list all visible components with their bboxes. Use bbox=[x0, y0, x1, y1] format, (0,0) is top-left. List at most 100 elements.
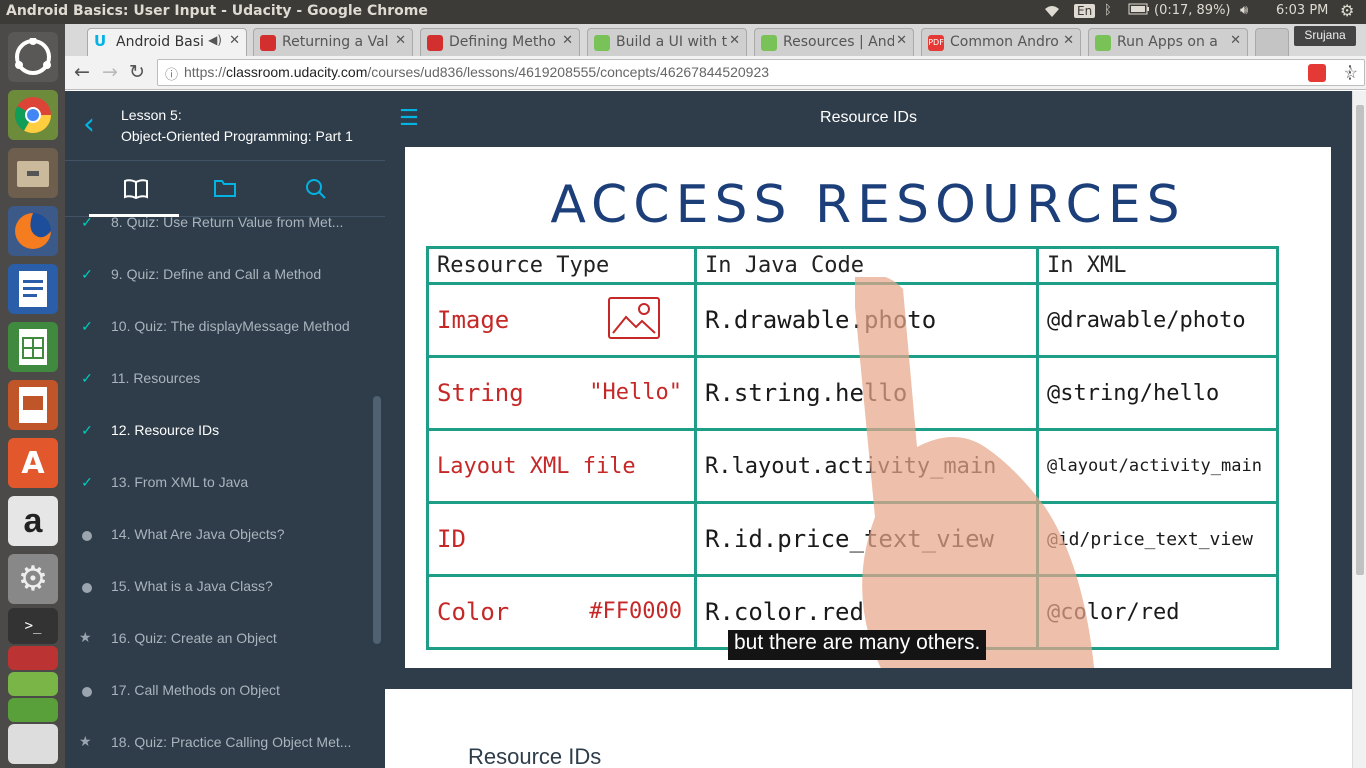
page-scrollbar[interactable] bbox=[1352, 91, 1366, 768]
concept-list: ✓ 8. Quiz: Use Return Value from Met... ✓… bbox=[65, 217, 385, 768]
tab-label: Resources | And bbox=[783, 34, 896, 50]
calc-icon[interactable] bbox=[8, 322, 58, 372]
concept-label: 11. Resources bbox=[111, 370, 201, 386]
volume-icon[interactable]: 🔊︎ bbox=[1240, 3, 1248, 18]
tab-android-basics[interactable]: U Android Basi ◀) ✕ bbox=[87, 28, 247, 56]
video-title: ACCESS RESOURCES bbox=[550, 175, 1186, 235]
tab-build-ui[interactable]: Build a UI with t ✕ bbox=[587, 28, 747, 56]
forward-icon[interactable]: → bbox=[102, 61, 118, 83]
app-icon-stack-3[interactable] bbox=[8, 698, 58, 722]
url-path: /courses/ud836/lessons/4619208555/concep… bbox=[367, 64, 770, 80]
type-label: Color bbox=[437, 598, 510, 626]
app-icon-stack-1[interactable] bbox=[8, 646, 58, 670]
check-icon: ✓ bbox=[81, 217, 93, 230]
gear-icon[interactable]: ⚙ bbox=[1340, 1, 1354, 20]
lesson-number: Lesson 5: bbox=[121, 107, 182, 123]
tab-run-apps[interactable]: Run Apps on a ✕ bbox=[1088, 28, 1248, 56]
back-icon[interactable]: ← bbox=[74, 61, 90, 83]
window-title: Android Basics: User Input - Udacity - G… bbox=[6, 3, 428, 19]
content-below-video: Resource IDs bbox=[385, 689, 1352, 768]
app-icon-stack-4[interactable] bbox=[8, 724, 58, 764]
tab-label: Defining Metho bbox=[449, 34, 556, 50]
profile-button[interactable]: Srujana bbox=[1294, 26, 1356, 46]
concept-label: 13. From XML to Java bbox=[111, 474, 249, 490]
concept-item[interactable]: ✓ 8. Quiz: Use Return Value from Met... bbox=[65, 217, 365, 249]
close-icon[interactable]: ✕ bbox=[894, 33, 907, 48]
tab-common-android[interactable]: PDF Common Andro ✕ bbox=[921, 28, 1081, 56]
system-settings-icon[interactable]: ⚙ bbox=[8, 554, 58, 604]
url-prefix: https:// bbox=[184, 64, 227, 80]
new-tab-button[interactable] bbox=[1255, 28, 1289, 56]
tab-resources[interactable]: Resources | And ✕ bbox=[754, 28, 914, 56]
star-icon: ★ bbox=[79, 629, 92, 645]
page-scrollbar-thumb[interactable] bbox=[1356, 105, 1364, 575]
software-center-icon[interactable]: A bbox=[8, 438, 58, 488]
check-icon: ✓ bbox=[81, 370, 93, 386]
close-icon[interactable]: ✕ bbox=[1228, 33, 1241, 48]
concept-item-current[interactable]: ✓ 12. Resource IDs bbox=[65, 405, 365, 457]
concept-item[interactable]: 15. What is a Java Class? bbox=[65, 561, 365, 613]
reload-icon[interactable]: ↻ bbox=[129, 61, 145, 83]
book-icon[interactable] bbox=[123, 178, 149, 205]
close-icon[interactable]: ✕ bbox=[393, 33, 406, 48]
cell-type: Image bbox=[426, 282, 697, 358]
terminal-icon[interactable]: >_ bbox=[8, 608, 58, 644]
bluetooth-icon[interactable]: ᛒ bbox=[1104, 3, 1112, 18]
android-icon bbox=[1095, 35, 1111, 51]
battery-icon[interactable] bbox=[1128, 3, 1150, 19]
concept-label: 8. Quiz: Use Return Value from Met... bbox=[111, 217, 344, 230]
section-heading: Resource IDs bbox=[468, 744, 602, 768]
top-panel: Android Basics: User Input - Udacity - G… bbox=[0, 0, 1366, 24]
menu-icon[interactable]: ⋮ bbox=[1341, 62, 1359, 83]
lesson-title: Object-Oriented Programming: Part 1 bbox=[121, 128, 353, 144]
concept-label: 15. What is a Java Class? bbox=[111, 578, 273, 594]
amazon-icon[interactable]: a bbox=[8, 496, 58, 546]
search-icon[interactable] bbox=[305, 178, 327, 205]
chevron-left-icon[interactable]: ‹ bbox=[83, 107, 95, 142]
ubuntu-dash-icon[interactable] bbox=[8, 32, 58, 82]
cell-type: String "Hello" bbox=[426, 355, 697, 431]
close-icon[interactable]: ✕ bbox=[1061, 33, 1074, 48]
cell-type: ID bbox=[426, 501, 697, 577]
concept-item[interactable]: ✓ 13. From XML to Java bbox=[65, 457, 365, 509]
sidebar-scrollbar[interactable] bbox=[373, 396, 381, 644]
info-icon[interactable]: ⓘ bbox=[165, 64, 178, 83]
tab-label: Common Andro bbox=[950, 34, 1059, 50]
audio-icon: ◀) bbox=[206, 33, 222, 47]
concept-item[interactable]: 17. Call Methods on Object bbox=[65, 665, 365, 717]
folder-icon[interactable] bbox=[214, 178, 236, 203]
close-icon[interactable]: ✕ bbox=[227, 33, 240, 48]
favicon bbox=[427, 35, 443, 51]
dot-icon bbox=[82, 531, 92, 541]
concept-item[interactable]: ✓ 10. Quiz: The displayMessage Method bbox=[65, 301, 365, 353]
app-icon-stack-2[interactable] bbox=[8, 672, 58, 696]
clock[interactable]: 6:03 PM bbox=[1276, 3, 1328, 18]
address-bar[interactable]: ⓘ https://classroom.udacity.com/courses/… bbox=[157, 59, 1365, 86]
concept-item[interactable]: ✓ 9. Quiz: Define and Call a Method bbox=[65, 249, 365, 301]
cell-xml: @string/hello bbox=[1036, 355, 1279, 431]
tab-defining-method[interactable]: Defining Metho ✕ bbox=[420, 28, 580, 56]
writer-icon[interactable] bbox=[8, 264, 58, 314]
impress-icon[interactable] bbox=[8, 380, 58, 430]
dot-icon bbox=[82, 583, 92, 593]
video-player[interactable]: ACCESS RESOURCES Resource Type In Java C… bbox=[405, 147, 1331, 668]
chrome-icon[interactable] bbox=[8, 90, 58, 140]
extension-icon[interactable] bbox=[1308, 64, 1326, 82]
concept-item[interactable]: ✓ 11. Resources bbox=[65, 353, 365, 405]
concept-item[interactable]: 14. What Are Java Objects? bbox=[65, 509, 365, 561]
type-example: "Hello" bbox=[589, 380, 682, 405]
concept-label: 17. Call Methods on Object bbox=[111, 682, 280, 698]
close-icon[interactable]: ✕ bbox=[727, 33, 740, 48]
firefox-icon[interactable] bbox=[8, 206, 58, 256]
concept-label: 14. What Are Java Objects? bbox=[111, 526, 285, 542]
wifi-icon[interactable] bbox=[1042, 3, 1062, 23]
check-icon: ✓ bbox=[81, 318, 93, 334]
files-icon[interactable] bbox=[8, 148, 58, 198]
android-icon bbox=[594, 35, 610, 51]
close-icon[interactable]: ✕ bbox=[560, 33, 573, 48]
lesson-header: ‹ Lesson 5: Object-Oriented Programming:… bbox=[65, 91, 385, 161]
language-indicator[interactable]: En bbox=[1074, 4, 1096, 18]
concept-item[interactable]: ★ 16. Quiz: Create an Object bbox=[65, 613, 365, 665]
concept-item[interactable]: ★ 18. Quiz: Practice Calling Object Met..… bbox=[65, 717, 365, 768]
tab-returning-value[interactable]: Returning a Val ✕ bbox=[253, 28, 413, 56]
